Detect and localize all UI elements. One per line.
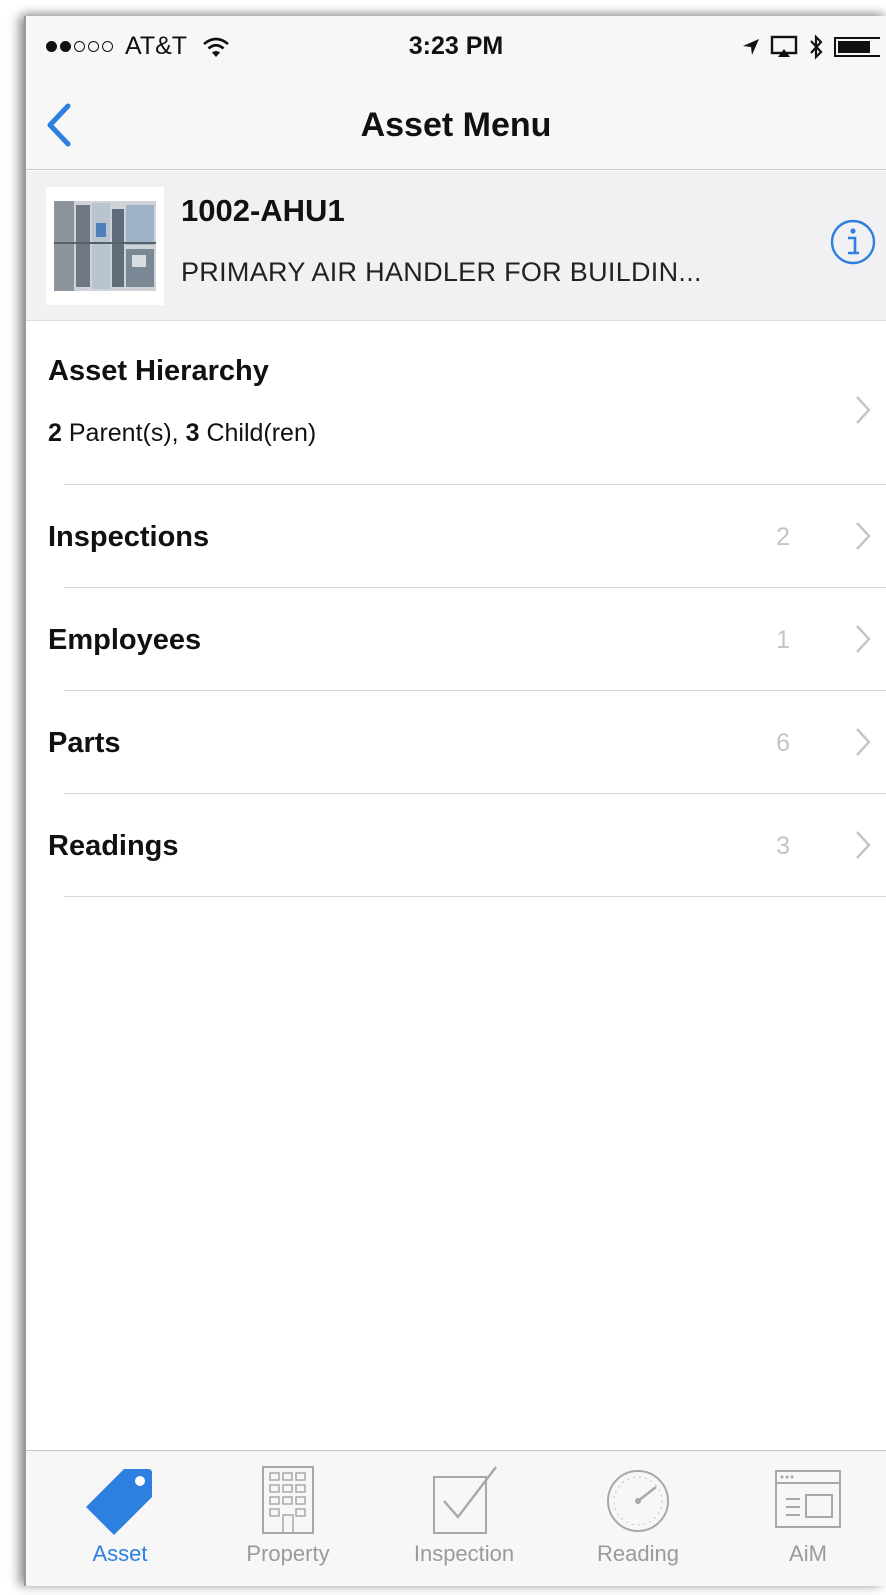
battery-icon <box>834 37 880 57</box>
menu-item-readings[interactable]: Readings 3 <box>26 794 886 897</box>
chevron-right-icon <box>856 396 871 424</box>
airplay-icon <box>770 35 798 57</box>
menu-item-label: Asset Hierarchy <box>48 355 269 387</box>
menu-item-label: Parts <box>48 727 121 759</box>
row-divider <box>64 896 886 897</box>
hierarchy-summary: 2 Parent(s), 3 Child(ren) <box>48 419 316 448</box>
menu-item-label: Readings <box>48 830 179 862</box>
chevron-right-icon <box>856 831 871 859</box>
tag-icon <box>86 1469 152 1535</box>
info-button[interactable] <box>828 217 878 267</box>
tab-bar: Asset Property Inspection Reading AiM <box>26 1450 886 1586</box>
status-right <box>742 34 880 60</box>
screenshot-frame: AT&T 3:23 PM Asset Menu 1002-AHU1 PRIMAR… <box>0 0 886 1595</box>
tab-property[interactable]: Property <box>208 1459 368 1579</box>
bluetooth-icon <box>810 34 823 60</box>
asset-menu-list: Asset Hierarchy 2 Parent(s), 3 Child(ren… <box>26 321 886 897</box>
menu-item-parts[interactable]: Parts 6 <box>26 691 886 794</box>
tab-asset[interactable]: Asset <box>40 1459 200 1579</box>
page-title: Asset Menu <box>360 106 552 144</box>
air-handler-image <box>54 201 156 291</box>
gauge-icon <box>607 1470 669 1532</box>
tab-reading[interactable]: Reading <box>558 1459 718 1579</box>
chevron-right-icon <box>856 728 871 756</box>
asset-thumbnail <box>46 187 164 305</box>
location-arrow-icon <box>743 39 759 55</box>
checkbox-icon <box>433 1466 497 1534</box>
menu-item-count: 2 <box>776 523 790 551</box>
children-count: 3 <box>185 419 200 447</box>
tab-label: AiM <box>789 1541 827 1566</box>
tab-label: Property <box>246 1541 330 1566</box>
asset-description: PRIMARY AIR HANDLER FOR BUILDIN... <box>181 257 702 287</box>
menu-item-asset-hierarchy[interactable]: Asset Hierarchy 2 Parent(s), 3 Child(ren… <box>26 321 886 485</box>
tab-label: Inspection <box>413 1541 515 1566</box>
chevron-right-icon <box>856 522 871 550</box>
parents-count: 2 <box>48 419 62 447</box>
tab-label: Reading <box>597 1541 679 1566</box>
asset-id: 1002-AHU1 <box>181 193 345 228</box>
menu-item-label: Employees <box>48 624 202 656</box>
window-icon <box>775 1470 841 1528</box>
parents-label: Parent(s), <box>68 419 179 447</box>
menu-item-inspections[interactable]: Inspections 2 <box>26 485 886 588</box>
tab-label: Asset <box>92 1541 148 1566</box>
asset-header: 1002-AHU1 PRIMARY AIR HANDLER FOR BUILDI… <box>26 171 886 321</box>
navigation-bar: Asset Menu <box>26 78 886 170</box>
menu-item-count: 3 <box>776 832 790 860</box>
menu-item-count: 1 <box>776 626 790 654</box>
menu-item-employees[interactable]: Employees 1 <box>26 588 886 691</box>
phone-screen: AT&T 3:23 PM Asset Menu 1002-AHU1 PRIMAR… <box>24 16 886 1586</box>
building-icon <box>262 1466 314 1534</box>
menu-item-label: Inspections <box>48 521 210 553</box>
tab-aim[interactable]: AiM <box>728 1459 886 1579</box>
tab-inspection[interactable]: Inspection <box>384 1459 544 1579</box>
status-bar: AT&T 3:23 PM <box>26 16 886 78</box>
children-label: Child(ren) <box>206 419 317 447</box>
chevron-right-icon <box>856 625 871 653</box>
menu-item-count: 6 <box>776 729 790 757</box>
